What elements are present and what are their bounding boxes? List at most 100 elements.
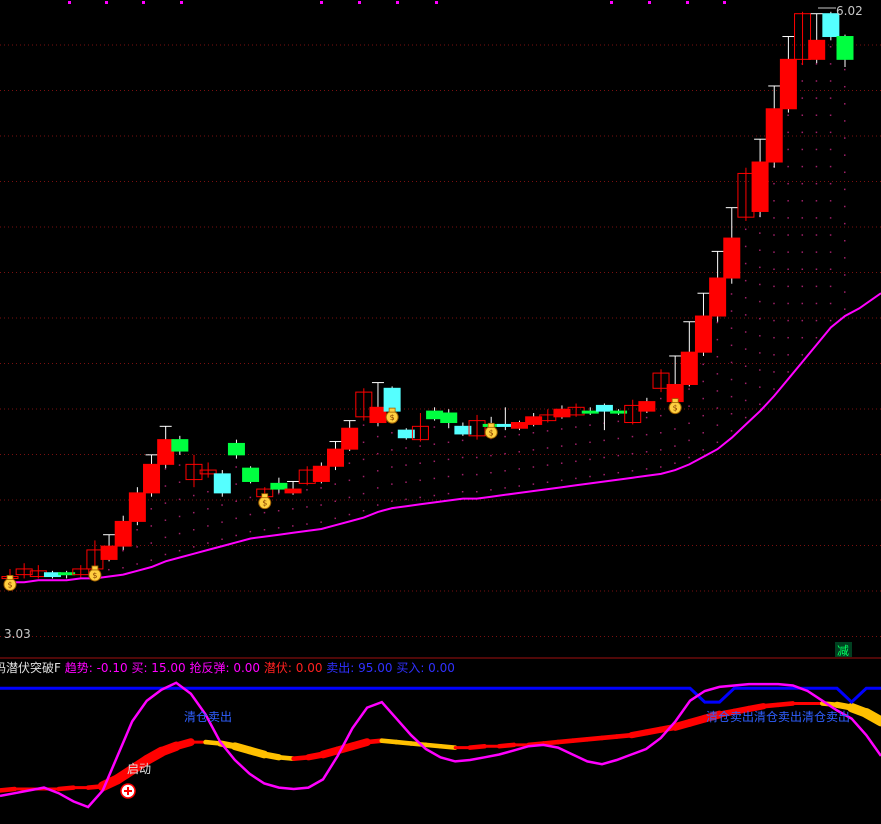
candle-body <box>312 465 330 482</box>
support-dot <box>829 251 832 253</box>
support-dot <box>829 114 832 116</box>
support-dot <box>603 456 605 459</box>
money-bag-neck <box>91 565 99 571</box>
support-dot <box>405 498 407 501</box>
support-dot <box>461 490 464 493</box>
support-dot <box>815 148 818 151</box>
support-dot <box>362 492 365 495</box>
support-dot <box>108 568 110 571</box>
support-dot <box>773 371 775 373</box>
support-dot <box>844 137 846 139</box>
support-dot <box>405 481 407 483</box>
money-bag-neck <box>487 422 495 428</box>
support-dot <box>589 475 591 478</box>
support-dot <box>192 494 195 497</box>
support-dot <box>773 388 775 390</box>
support-dot <box>192 529 195 531</box>
support-dot <box>221 521 223 523</box>
indicator-value: 买入: 0.00 <box>396 661 455 675</box>
support-dot <box>787 165 789 168</box>
support-dot <box>674 445 676 447</box>
support-dot <box>433 426 436 428</box>
support-dot <box>164 553 167 556</box>
support-dot <box>391 483 393 485</box>
support-dot <box>207 508 209 510</box>
support-dot <box>546 481 549 483</box>
candle-body <box>227 442 245 456</box>
support-dot <box>136 563 138 565</box>
candle-body <box>397 429 415 439</box>
support-dot <box>362 441 365 444</box>
support-dot <box>235 466 237 468</box>
support-dot <box>221 538 223 541</box>
support-dot <box>801 114 804 116</box>
support-dot <box>376 435 379 438</box>
candle-body <box>581 410 599 414</box>
support-dot <box>801 80 804 82</box>
support-dot <box>801 285 804 288</box>
low-price-label: 3.03 <box>4 627 31 641</box>
support-dot <box>801 319 804 322</box>
support-dot <box>844 68 846 71</box>
support-dot <box>292 525 294 527</box>
money-bag-sign: $ <box>489 428 494 437</box>
candle-body <box>242 467 260 482</box>
support-dot <box>716 441 719 444</box>
top-tick-mark <box>105 1 108 4</box>
support-dot <box>249 496 252 499</box>
support-dot <box>504 487 506 489</box>
support-dot <box>815 251 818 253</box>
money-bag-neck <box>261 493 269 499</box>
support-dot <box>447 475 450 478</box>
support-dot <box>730 430 733 432</box>
support-dot <box>391 466 393 468</box>
support-dot <box>164 502 167 504</box>
support-dot <box>532 466 535 468</box>
support-dot <box>787 302 789 305</box>
candle-body <box>808 39 826 60</box>
support-dot <box>674 462 676 464</box>
support-dot <box>844 308 846 310</box>
support-dot <box>532 432 535 434</box>
support-dot <box>844 171 846 174</box>
support-dot <box>801 148 804 151</box>
support-dot <box>716 338 719 341</box>
support-dot <box>844 222 846 225</box>
support-dot <box>759 403 761 406</box>
support-dot <box>744 399 747 402</box>
support-dot <box>815 63 818 65</box>
money-bag-sign: $ <box>673 404 678 413</box>
support-dot <box>306 523 308 525</box>
support-dot <box>730 310 733 312</box>
support-dot <box>702 363 704 366</box>
support-dot <box>376 452 379 455</box>
support-dot <box>150 525 153 527</box>
support-dot <box>362 475 365 478</box>
chart-canvas[interactable]: $ $ $ $ $ $6.02 3.03 减码潜伏突破F 趋势: -0.10 买: 15.00… <box>0 0 881 824</box>
support-dot <box>645 468 648 470</box>
support-dot <box>773 268 775 271</box>
support-dot <box>645 416 648 419</box>
support-dot <box>773 234 775 236</box>
support-dot <box>744 245 747 248</box>
support-dot <box>787 319 789 322</box>
candle-body <box>143 463 161 494</box>
candle-body <box>440 412 458 424</box>
support-dot <box>405 464 407 466</box>
support-dot <box>787 371 789 373</box>
support-dot <box>391 432 393 434</box>
support-dot <box>376 470 379 472</box>
support-dot <box>419 479 421 482</box>
support-dot <box>348 462 351 464</box>
support-dot <box>829 148 832 151</box>
indicator-value: 卖出: 95.00 <box>326 661 396 675</box>
support-dot <box>504 435 506 438</box>
sell-signal-label: 清仓卖出清仓卖出清仓卖出 <box>706 710 850 724</box>
support-dot <box>730 413 733 415</box>
support-dot <box>801 97 804 99</box>
support-dot <box>476 473 478 476</box>
support-dot <box>249 513 252 516</box>
support-dot <box>164 485 167 487</box>
support-dot <box>391 449 393 451</box>
support-dot <box>787 285 789 288</box>
